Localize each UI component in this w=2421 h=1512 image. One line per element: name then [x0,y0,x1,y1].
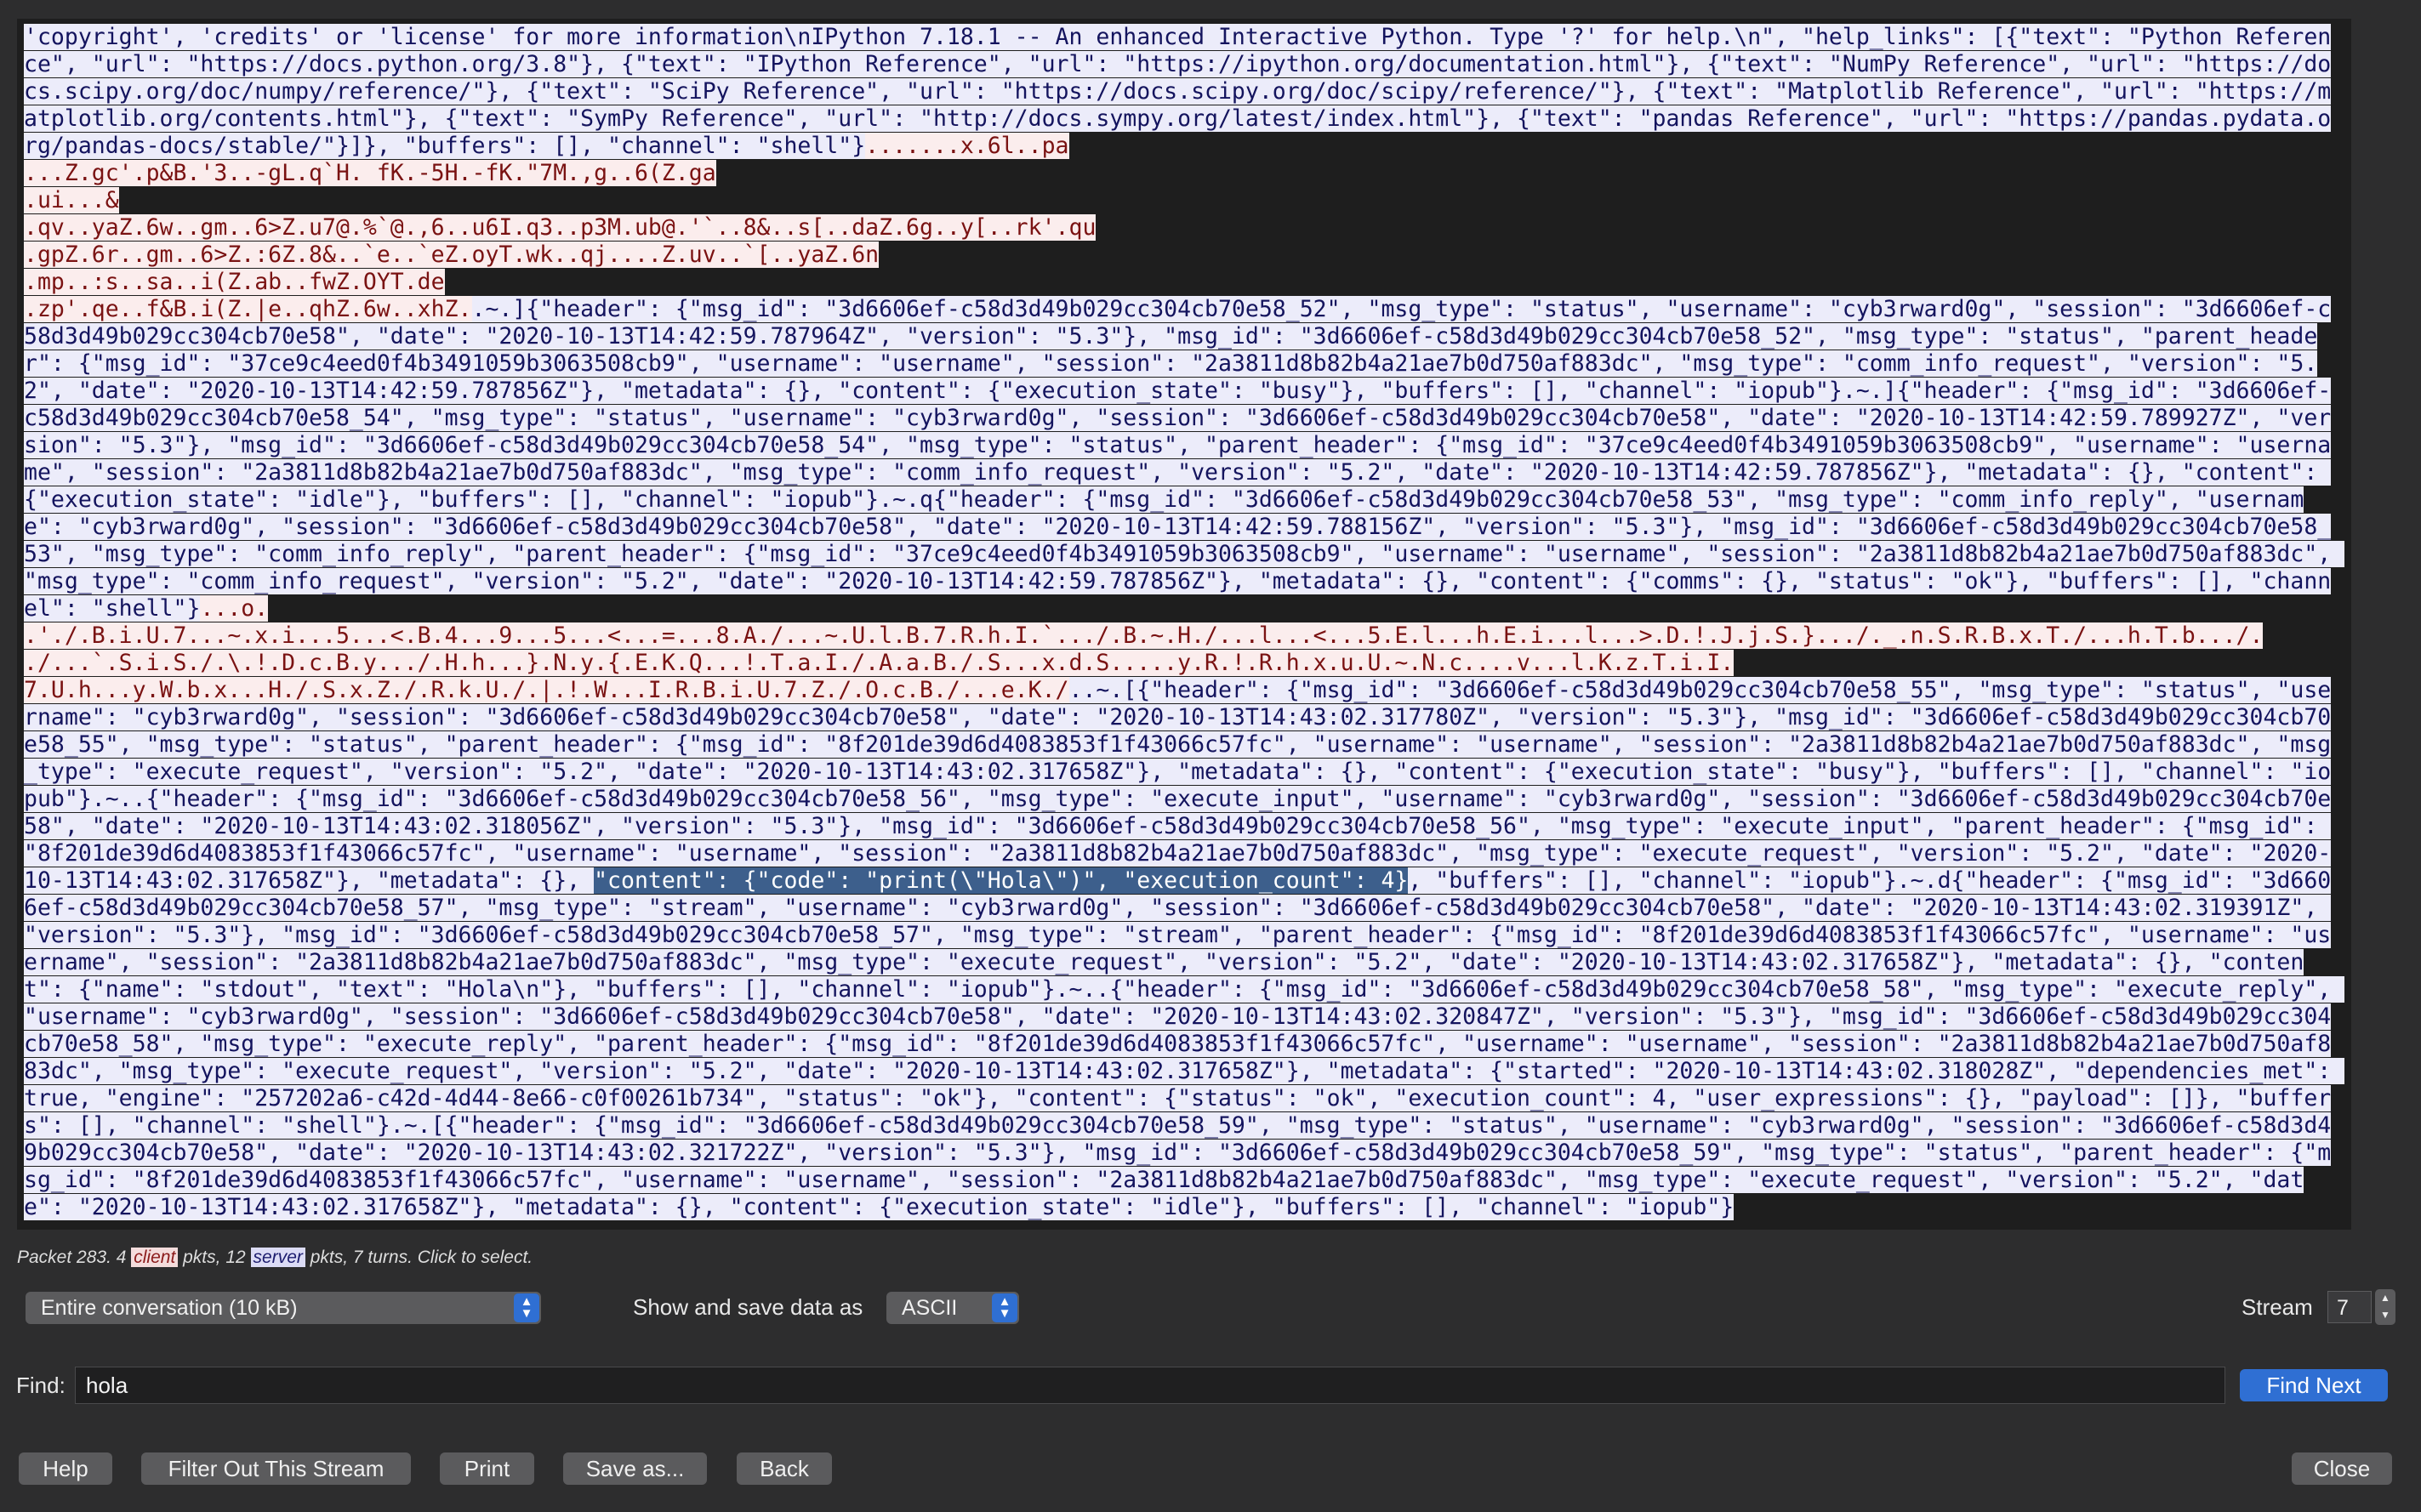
stream-stepper[interactable]: ▲ ▼ [2375,1289,2395,1325]
status-prefix: Packet 283. 4 [17,1248,132,1267]
print-button[interactable]: Print [440,1452,534,1485]
find-match-highlight[interactable]: "content": {"code": "print(\"Hola\")", "… [594,867,1409,894]
find-input[interactable] [75,1367,2225,1404]
conversation-select-value: Entire conversation (10 kB) [41,1296,298,1320]
find-label: Find: [16,1373,66,1398]
close-button[interactable]: Close [2292,1452,2392,1485]
filter-out-stream-button[interactable]: Filter Out This Stream [141,1452,411,1485]
stream-text[interactable]: 'copyright', 'credits' or 'license' for … [17,19,2351,1221]
server-data-segment[interactable]: , "buffers": [], "channel": "iopub"}.~.d… [24,867,2345,1220]
updown-chevron-icon: ▲ ▼ [514,1293,539,1322]
server-data-segment[interactable]: ..~.[{"header": {"msg_id": "3d6606ef-c58… [24,677,2332,894]
server-data-segment[interactable]: .~.]{"header": {"msg_id": "3d6606ef-c58d… [24,296,2345,622]
updown-chevron-icon: ▲ ▼ [992,1293,1017,1322]
server-legend-tag: server [250,1248,305,1267]
back-button[interactable]: Back [737,1452,832,1485]
stream-content-view[interactable]: 'copyright', 'credits' or 'license' for … [17,19,2351,1230]
client-legend-tag: client [131,1248,179,1267]
status-suffix: pkts, 7 turns. Click to select. [305,1248,533,1267]
status-middle: pkts, 12 [178,1248,251,1267]
chevron-down-icon[interactable]: ▼ [2380,1309,2390,1321]
encoding-select-value: ASCII [902,1296,958,1320]
help-button[interactable]: Help [19,1452,112,1485]
find-next-button[interactable]: Find Next [2240,1369,2388,1401]
conversation-select[interactable]: Entire conversation (10 kB) ▲ ▼ [26,1292,541,1324]
packet-status-line: Packet 283. 4 client pkts, 12 server pkt… [17,1248,533,1268]
save-as-button[interactable]: Save as... [563,1452,707,1485]
client-data-segment[interactable]: .......x.6l..pa ...Z.gc'.p&B.'3..-gL.q`H… [24,133,1097,322]
show-save-label: Show and save data as [633,1294,863,1320]
stream-number-field[interactable]: 7 [2327,1291,2372,1323]
server-data-segment[interactable]: 'copyright', 'credits' or 'license' for … [24,24,2332,159]
stream-label: Stream [2242,1294,2313,1320]
encoding-select[interactable]: ASCII ▲ ▼ [886,1292,1019,1324]
chevron-up-icon[interactable]: ▲ [2380,1292,2390,1304]
